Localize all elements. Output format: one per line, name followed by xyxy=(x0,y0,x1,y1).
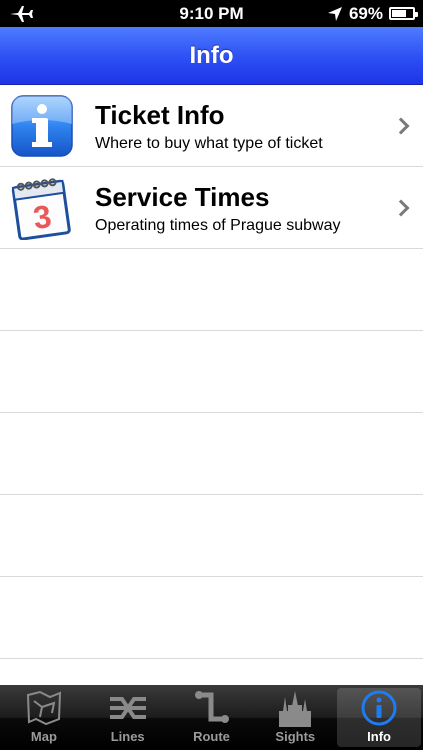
battery-icon xyxy=(389,7,418,20)
empty-row xyxy=(0,577,423,659)
row-ticket-info[interactable]: Ticket Info Where to buy what type of ti… xyxy=(0,85,423,167)
tab-lines[interactable]: Lines xyxy=(86,688,170,747)
tab-route[interactable]: Route xyxy=(170,688,254,747)
lines-icon xyxy=(109,697,146,719)
route-icon xyxy=(195,691,230,723)
airplane-icon xyxy=(10,5,33,22)
tab-label: Lines xyxy=(110,729,145,744)
chevron-right-icon xyxy=(392,117,410,134)
calendar-icon: 3 xyxy=(11,177,71,240)
tab-map[interactable]: Map xyxy=(2,688,86,747)
empty-row xyxy=(0,249,423,331)
tab-sights[interactable]: Sights xyxy=(253,688,337,747)
row-subtitle: Where to buy what type of ticket xyxy=(95,134,323,152)
row-service-times[interactable]: 3 Service Times Operating times of Pragu… xyxy=(0,167,423,249)
empty-row xyxy=(0,495,423,577)
sights-icon xyxy=(279,691,312,727)
nav-bar: Info xyxy=(0,27,423,85)
row-title: Service Times xyxy=(95,181,270,212)
empty-row xyxy=(0,413,423,495)
tab-label: Sights xyxy=(275,729,316,744)
status-bar: 9:10 PM 69% xyxy=(0,0,423,27)
tab-bar: Map Lines Route Sights Info xyxy=(0,685,423,750)
chevron-right-icon xyxy=(392,199,410,216)
empty-row xyxy=(0,331,423,413)
row-title: Ticket Info xyxy=(95,99,225,130)
location-arrow-icon xyxy=(327,6,342,21)
tab-label: Route xyxy=(193,729,230,744)
page-title: Info xyxy=(189,41,234,69)
tab-label: Map xyxy=(30,729,57,744)
tab-label: Info xyxy=(367,729,391,744)
battery-percent: 69% xyxy=(348,3,383,23)
tab-info[interactable]: Info xyxy=(337,688,421,747)
info-list: Ticket Info Where to buy what type of ti… xyxy=(0,85,423,685)
map-icon xyxy=(26,690,61,726)
battery-fill xyxy=(392,10,406,17)
row-subtitle: Operating times of Prague subway xyxy=(95,216,341,234)
info-icon xyxy=(361,690,397,726)
info-icon xyxy=(11,94,73,157)
